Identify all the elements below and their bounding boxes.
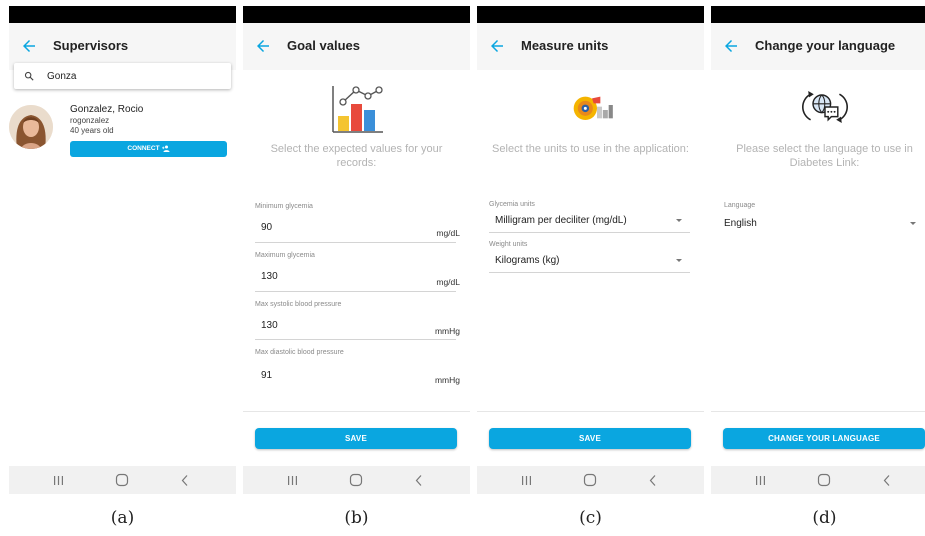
field-label: Glycemia units <box>489 201 535 208</box>
field-underline <box>255 291 456 292</box>
caption-d: (d) <box>812 508 837 528</box>
status-bar <box>9 6 236 23</box>
supervisor-age: 40 years old <box>70 126 114 135</box>
nav-recents-icon[interactable] <box>287 475 298 486</box>
nav-recents-icon[interactable] <box>521 475 532 486</box>
field-underline <box>255 242 456 243</box>
page-title: Change your language <box>755 38 896 53</box>
field-unit: mg/dL <box>436 277 460 287</box>
status-bar <box>243 6 470 23</box>
nav-back-icon[interactable] <box>648 474 658 487</box>
system-nav-bar <box>9 466 236 494</box>
system-nav-bar <box>477 466 704 494</box>
screen-goal-values: Goal values Select the expected values f… <box>243 6 470 494</box>
select-value[interactable]: English <box>724 218 757 229</box>
save-button[interactable]: SAVE <box>255 428 457 449</box>
dropdown-caret-icon[interactable] <box>676 219 682 222</box>
divider <box>477 411 704 412</box>
person-add-icon <box>161 145 170 153</box>
avatar-photo <box>9 105 53 149</box>
supervisor-name: Gonzalez, Rocio <box>70 104 144 115</box>
measure-units-icon <box>573 96 613 120</box>
system-nav-bar <box>243 466 470 494</box>
field-label: Max diastolic blood pressure <box>255 349 344 356</box>
field-label: Maximum glycemia <box>255 252 315 259</box>
field-underline <box>489 272 690 273</box>
nav-home-icon[interactable] <box>583 473 597 487</box>
field-underline <box>489 232 690 233</box>
field-label: Weight units <box>489 241 528 248</box>
language-globe-icon <box>802 91 848 123</box>
nav-home-icon[interactable] <box>817 473 831 487</box>
back-arrow-icon[interactable] <box>254 37 272 55</box>
select-value[interactable]: Milligram per deciliter (mg/dL) <box>495 215 627 226</box>
app-bar: Goal values <box>243 23 470 70</box>
connect-button-label: CONNECT <box>127 145 160 153</box>
divider <box>243 411 470 412</box>
screen-measure-units: Measure units Select the units to use in… <box>477 6 704 494</box>
back-arrow-icon[interactable] <box>488 37 506 55</box>
back-arrow-icon[interactable] <box>20 37 38 55</box>
field-label: Minimum glycemia <box>255 203 313 210</box>
instructions-text: Please select the language to use in Dia… <box>736 143 913 169</box>
nav-recents-icon[interactable] <box>755 475 766 486</box>
screen-change-language: Change your language Please select the l… <box>711 6 925 494</box>
field-unit: mmHg <box>434 375 460 385</box>
app-bar: Measure units <box>477 23 704 70</box>
field-unit: mg/dL <box>436 228 460 238</box>
nav-back-icon[interactable] <box>414 474 424 487</box>
page-title: Goal values <box>287 38 360 53</box>
field-label: Language <box>724 202 756 209</box>
field-value[interactable]: 90 <box>261 222 272 233</box>
nav-back-icon[interactable] <box>882 474 892 487</box>
system-nav-bar <box>711 466 925 494</box>
supervisor-username: rogonzalez <box>70 116 110 125</box>
field-value[interactable]: 91 <box>261 370 272 381</box>
status-bar <box>711 6 925 23</box>
select-value[interactable]: Kilograms (kg) <box>495 255 559 266</box>
search-icon <box>24 71 34 81</box>
dropdown-caret-icon[interactable] <box>676 259 682 262</box>
search-input[interactable] <box>47 67 217 85</box>
field-underline <box>255 339 456 340</box>
connect-button[interactable]: CONNECT <box>70 141 227 157</box>
screen-supervisors: Supervisors Gonzalez, Rocio rogonzalez 4… <box>9 6 236 494</box>
field-value[interactable]: 130 <box>261 271 278 282</box>
nav-back-icon[interactable] <box>180 474 190 487</box>
divider <box>711 411 925 412</box>
caption-a: (a) <box>110 508 135 528</box>
instructions-text: Select the units to use in the applicati… <box>492 143 689 155</box>
caption-c: (c) <box>579 508 602 528</box>
page-title: Supervisors <box>53 38 129 53</box>
instructions-text: Select the expected values for your reco… <box>270 143 443 169</box>
nav-home-icon[interactable] <box>349 473 363 487</box>
change-language-button[interactable]: CHANGE YOUR LANGUAGE <box>723 428 925 449</box>
nav-recents-icon[interactable] <box>53 475 64 486</box>
page-title: Measure units <box>521 38 609 53</box>
field-value[interactable]: 130 <box>261 320 278 331</box>
avatar <box>9 105 53 149</box>
dropdown-caret-icon[interactable] <box>910 222 916 225</box>
caption-b: (b) <box>344 508 369 528</box>
app-bar: Change your language <box>711 23 925 70</box>
search-bar[interactable] <box>14 63 231 89</box>
status-bar <box>477 6 704 23</box>
back-arrow-icon[interactable] <box>722 37 740 55</box>
save-button[interactable]: SAVE <box>489 428 691 449</box>
chart-icon <box>332 86 383 133</box>
field-label: Max systolic blood pressure <box>255 301 342 308</box>
nav-home-icon[interactable] <box>115 473 129 487</box>
field-unit: mmHg <box>434 326 460 336</box>
